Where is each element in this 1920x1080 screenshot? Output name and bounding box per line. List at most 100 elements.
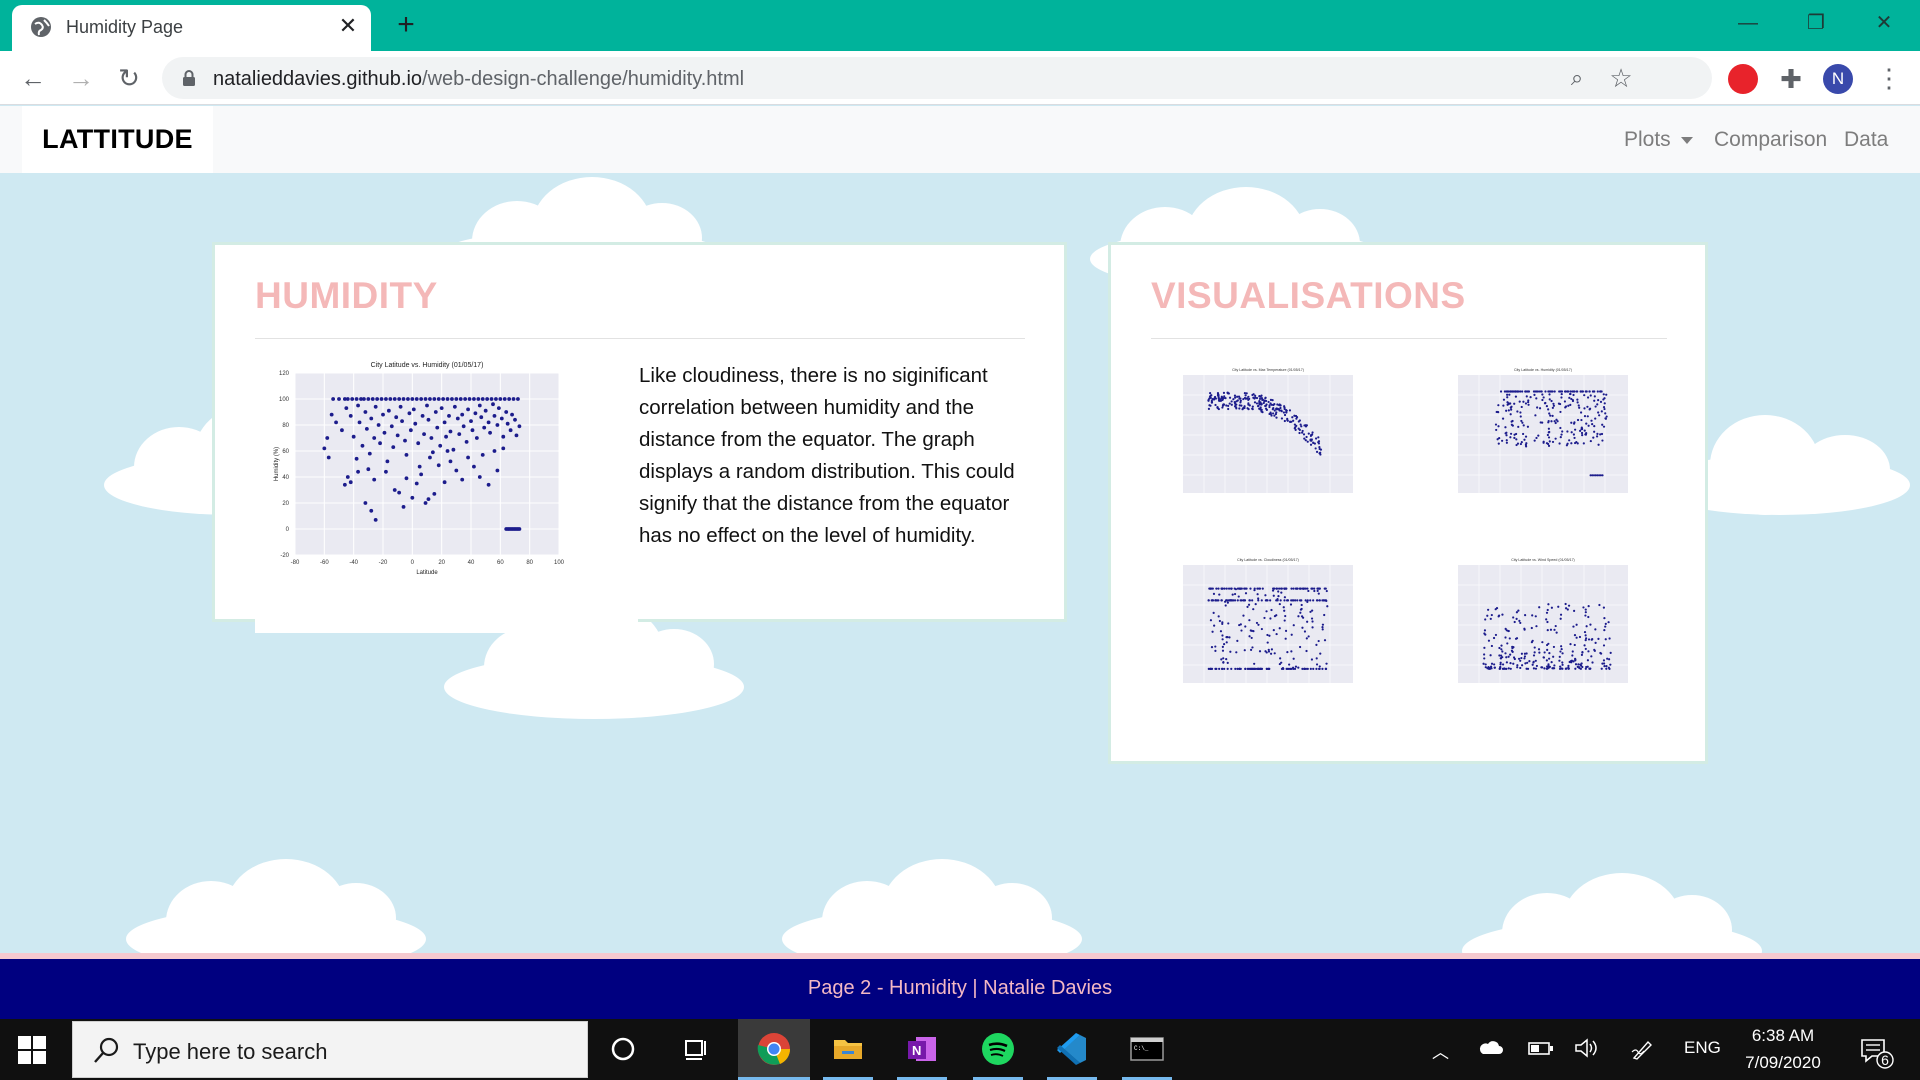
task-view-icon[interactable] [676, 1029, 716, 1069]
volume-icon[interactable] [1574, 1038, 1600, 1063]
thumbnail-point [1509, 432, 1513, 435]
nav-comparison-link[interactable]: Comparison [1714, 128, 1827, 152]
thumbnail-point [1551, 406, 1554, 409]
terminal-icon[interactable]: C:\_ [1127, 1029, 1167, 1069]
thumbnail-point [1220, 587, 1223, 590]
thumbnail-point [1297, 666, 1300, 669]
chrome-taskbar-slot[interactable] [738, 1019, 810, 1080]
max-temperature-plot-thumbnail[interactable]: City Latitude vs. Max Temperature (01/05… [1161, 365, 1381, 515]
cortana-icon[interactable] [603, 1029, 643, 1069]
thumbnail-point [1517, 609, 1520, 612]
data-point [483, 408, 488, 413]
show-hidden-icons-chevron-icon[interactable]: ︿ [1432, 1038, 1449, 1063]
thumbnail-point [1608, 658, 1611, 661]
pen-workspace-icon[interactable] [1630, 1038, 1656, 1065]
site-brand-link[interactable]: LATTITUDE [22, 106, 213, 173]
svg-text:N: N [912, 1043, 921, 1058]
extension-icon[interactable] [1728, 64, 1758, 94]
browser-menu-icon[interactable]: ⋮ [1876, 63, 1902, 95]
thumbnail-point [1502, 667, 1505, 670]
thumbnail-point [1529, 395, 1532, 399]
thumbnail-point [1550, 399, 1553, 403]
thumbnail-point [1568, 396, 1571, 399]
extensions-puzzle-icon[interactable]: ✚ [1776, 64, 1806, 94]
thumbnail-point [1523, 628, 1526, 631]
thumbnail-point [1222, 661, 1225, 664]
reload-icon[interactable]: ↻ [112, 61, 146, 95]
windows-start-icon[interactable] [18, 1036, 46, 1064]
thumbnail-point [1484, 663, 1487, 666]
thumbnail-title: City Latitude vs. Max Temperature (01/05… [1232, 368, 1304, 372]
data-point [407, 411, 412, 416]
thumbnail-point [1550, 606, 1553, 609]
forward-arrow-icon[interactable]: → [64, 61, 98, 95]
battery-icon[interactable] [1528, 1038, 1554, 1063]
thumbnail-point [1318, 445, 1321, 449]
close-window-button[interactable]: ✕ [1864, 6, 1904, 40]
language-indicator[interactable]: ENG [1684, 1038, 1721, 1058]
thumbnail-point [1303, 437, 1306, 440]
thumbnail-point [1601, 439, 1604, 442]
data-point [492, 449, 497, 453]
thumbnail-point [1325, 662, 1328, 665]
clock-date[interactable]: 7/09/2020 [1735, 1053, 1831, 1073]
profile-avatar[interactable]: N [1823, 64, 1853, 94]
thumbnail-point [1305, 637, 1308, 640]
thumbnail-point [1515, 611, 1519, 614]
thumbnail-point [1484, 633, 1487, 636]
nav-plots-dropdown[interactable]: Plots [1624, 128, 1693, 152]
bookmark-star-icon[interactable]: ☆ [1606, 63, 1636, 93]
thumbnail-point [1569, 403, 1572, 407]
data-point [366, 397, 371, 401]
wind-speed-plot-thumbnail[interactable]: City Latitude vs. Wind Speed (01/05/17) [1436, 555, 1656, 705]
browser-tab-active[interactable]: Humidity Page ✕ [12, 5, 371, 51]
thumbnail-point [1600, 667, 1603, 670]
thumbnail-point [1224, 604, 1227, 607]
data-point [410, 495, 415, 500]
thumbnail-point [1509, 390, 1512, 393]
data-point [498, 397, 503, 401]
thumbnail-point [1277, 590, 1280, 593]
thumbnail-point [1319, 652, 1322, 655]
new-tab-button[interactable]: + [390, 10, 422, 42]
thumbnail-point [1271, 408, 1274, 411]
zoom-magnifier-icon[interactable]: ⌕ [1564, 65, 1590, 91]
thumbnail-point [1253, 589, 1256, 592]
thumbnail-point [1604, 417, 1608, 420]
restore-window-button[interactable]: ❐ [1796, 6, 1836, 40]
thumbnail-point [1585, 390, 1588, 393]
taskbar-search-box[interactable]: Type here to search [72, 1021, 588, 1078]
address-bar[interactable]: natalieddavies.github.io/web-design-chal… [162, 57, 1712, 99]
data-point [413, 421, 418, 426]
vscode-icon[interactable] [1052, 1029, 1092, 1069]
action-center-button[interactable]: 6 [1858, 1034, 1894, 1070]
thumbnail-point [1561, 661, 1564, 664]
thumbnail-point [1238, 404, 1241, 407]
onedrive-cloud-icon[interactable] [1478, 1038, 1504, 1063]
thumbnail-point [1283, 619, 1286, 622]
thumbnail-point [1291, 599, 1294, 602]
thumbnail-point [1301, 626, 1304, 629]
thumbnail-point [1249, 587, 1252, 590]
thumbnail-point [1513, 436, 1516, 439]
x-tick-label: -20 [379, 560, 388, 566]
thumbnail-point [1298, 645, 1302, 649]
data-point [454, 468, 459, 473]
thumbnail-point [1577, 404, 1580, 407]
spotify-icon[interactable] [978, 1029, 1018, 1069]
thumbnail-point [1539, 421, 1542, 424]
minimize-window-button[interactable]: — [1728, 6, 1768, 40]
humidity-plot-thumbnail[interactable]: City Latitude vs. Humidity (01/05/17) [1436, 365, 1656, 515]
thumbnail-point [1584, 634, 1587, 637]
thumbnail-point [1511, 424, 1514, 427]
cloudiness-plot-thumbnail[interactable]: City Latitude vs. Cloudiness (01/05/17) [1161, 555, 1381, 705]
tab-close-icon[interactable]: ✕ [335, 13, 361, 39]
thumbnail-point [1605, 665, 1608, 668]
onenote-icon[interactable]: N [902, 1029, 942, 1069]
file-explorer-icon[interactable] [828, 1029, 868, 1069]
thumbnail-point [1535, 397, 1538, 400]
back-arrow-icon[interactable]: ← [16, 61, 50, 95]
thumbnail-point [1593, 649, 1596, 652]
clock-time[interactable]: 6:38 AM [1748, 1026, 1818, 1046]
nav-data-link[interactable]: Data [1844, 128, 1888, 152]
